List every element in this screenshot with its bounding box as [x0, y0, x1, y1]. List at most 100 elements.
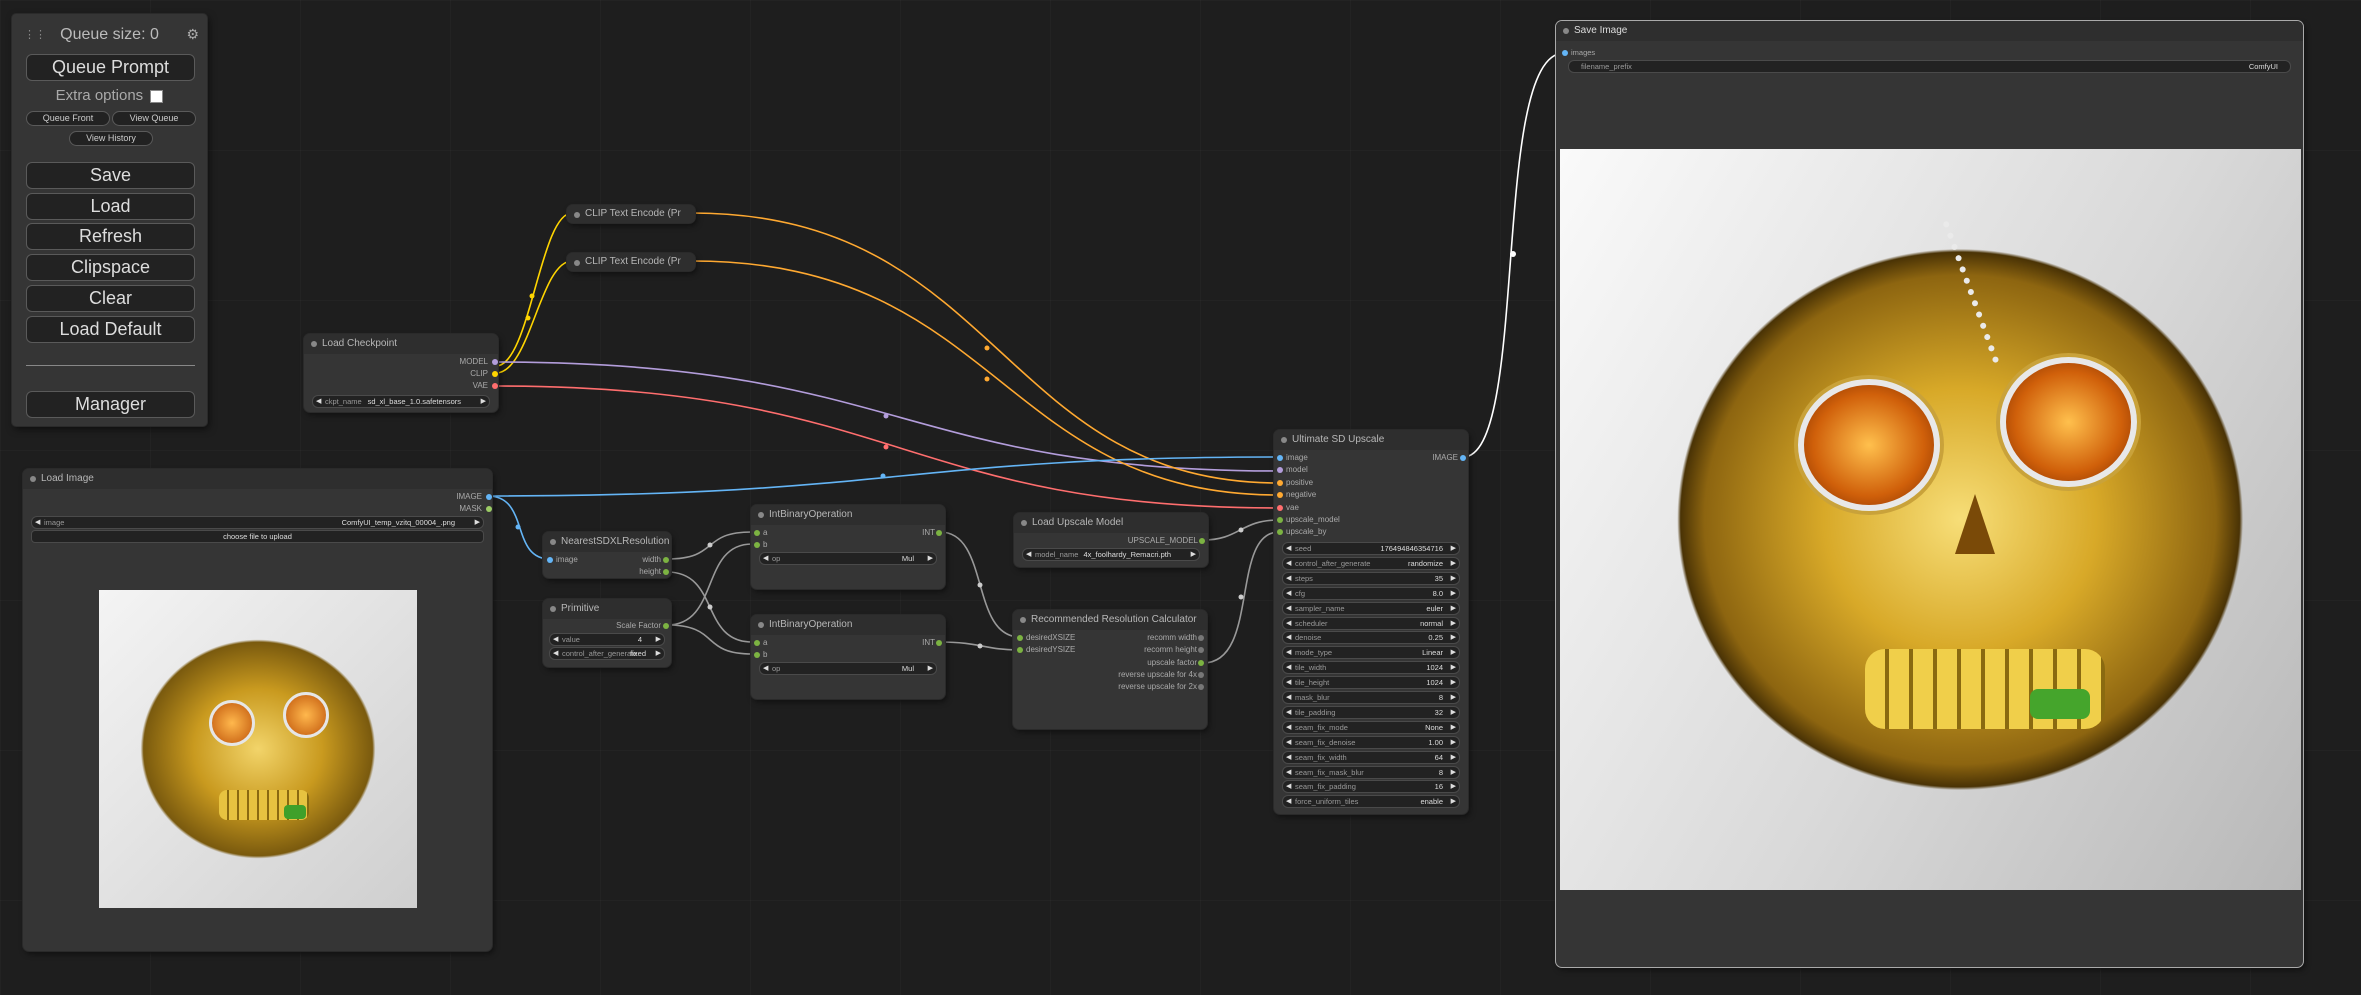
tile-padding-widget[interactable]: ◀ tile_padding 32 ▶	[1282, 705, 1460, 719]
arrow-left-icon[interactable]: ◀	[35, 517, 40, 528]
collapse-dot-icon[interactable]	[758, 512, 764, 518]
arrow-right-icon[interactable]: ▶	[475, 517, 480, 528]
mode-type-widget[interactable]: ◀ mode_type Linear ▶	[1282, 646, 1460, 660]
filename-prefix-field[interactable]: filename_prefix ComfyUI	[1568, 60, 2291, 73]
output-width-pin[interactable]	[663, 557, 669, 563]
choose-file-upload-button[interactable]: choose file to upload	[31, 530, 484, 543]
scheduler-widget[interactable]: ◀ scheduler normal ▶	[1282, 616, 1460, 630]
arrow-left-icon[interactable]: ◀	[316, 396, 321, 407]
arrow-left-icon[interactable]: ◀	[1286, 618, 1291, 629]
output-reverse-2x-pin[interactable]	[1198, 684, 1204, 690]
arrow-right-icon[interactable]: ▶	[1451, 647, 1456, 658]
node-title[interactable]: Primitive	[543, 599, 671, 619]
output-upscale-factor-pin[interactable]	[1198, 660, 1204, 666]
save-button[interactable]: Save	[26, 162, 195, 189]
arrow-right-icon[interactable]: ▶	[1451, 737, 1456, 748]
collapse-dot-icon[interactable]	[574, 260, 580, 266]
arrow-right-icon[interactable]: ▶	[1451, 692, 1456, 703]
node-title[interactable]: Save Image	[1556, 21, 2303, 41]
output-recomm-width-pin[interactable]	[1198, 635, 1204, 641]
node-title[interactable]: Ultimate SD Upscale	[1274, 430, 1468, 450]
arrow-left-icon[interactable]: ◀	[763, 553, 768, 564]
load-button[interactable]: Load	[26, 193, 195, 220]
clip-text-encode-node-2[interactable]: CLIP Text Encode (Pr	[567, 253, 695, 271]
control-after-generate-combo[interactable]: ◀ control_after_generate fixed ▶	[549, 647, 665, 660]
arrow-right-icon[interactable]: ▶	[1451, 573, 1456, 584]
refresh-button[interactable]: Refresh	[26, 223, 195, 250]
arrow-left-icon[interactable]: ◀	[1286, 796, 1291, 807]
collapse-dot-icon[interactable]	[1020, 617, 1026, 623]
arrow-left-icon[interactable]: ◀	[553, 634, 558, 645]
arrow-left-icon[interactable]: ◀	[763, 663, 768, 674]
arrow-right-icon[interactable]: ▶	[1451, 558, 1456, 569]
arrow-right-icon[interactable]: ▶	[1451, 543, 1456, 554]
seam-fix-denoise-widget[interactable]: ◀ seam_fix_denoise 1.00 ▶	[1282, 735, 1460, 749]
arrow-right-icon[interactable]: ▶	[1451, 722, 1456, 733]
arrow-right-icon[interactable]: ▶	[1451, 767, 1456, 778]
arrow-left-icon[interactable]: ◀	[1286, 781, 1291, 792]
output-vae-pin[interactable]	[492, 383, 498, 389]
output-mask-pin[interactable]	[486, 506, 492, 512]
output-clip-pin[interactable]	[492, 371, 498, 377]
collapse-dot-icon[interactable]	[1563, 28, 1569, 34]
op-combo[interactable]: ◀ op Mul ▶	[759, 662, 937, 675]
arrow-right-icon[interactable]: ▶	[928, 553, 933, 564]
arrow-left-icon[interactable]: ◀	[1286, 677, 1291, 688]
load-default-button[interactable]: Load Default	[26, 316, 195, 343]
image-file-combo[interactable]: ◀ image ComfyUI_temp_vzitq_00004_.png ▶	[31, 516, 484, 529]
input-desired-y-pin[interactable]	[1017, 647, 1023, 653]
output-int-pin[interactable]	[936, 640, 942, 646]
arrow-right-icon[interactable]: ▶	[1451, 588, 1456, 599]
arrow-left-icon[interactable]: ◀	[1286, 662, 1291, 673]
seed-widget[interactable]: ◀ seed 176494846354716 ▶	[1282, 542, 1460, 555]
extra-options-checkbox[interactable]	[150, 89, 164, 103]
output-image-pin[interactable]	[1460, 455, 1466, 461]
input-vae-pin[interactable]	[1277, 504, 1283, 511]
output-int-pin[interactable]	[936, 530, 942, 536]
output-upscale-model-pin[interactable]	[1199, 538, 1205, 544]
seam-fix-padding-widget[interactable]: ◀ seam_fix_padding 16 ▶	[1282, 780, 1460, 794]
nearest-sdxl-resolution-node[interactable]: NearestSDXLResolution image width height	[543, 532, 671, 578]
arrow-left-icon[interactable]: ◀	[1286, 543, 1291, 554]
input-desired-x-pin[interactable]	[1017, 635, 1023, 641]
force-uniform-tiles-widget[interactable]: ◀ force_uniform_tiles enable ▶	[1282, 795, 1460, 809]
output-height-pin[interactable]	[663, 569, 669, 575]
load-checkpoint-node[interactable]: Load Checkpoint MODEL CLIP VAE ◀ ckpt_na…	[304, 334, 498, 412]
settings-gear-icon[interactable]: ⚙	[186, 26, 199, 43]
node-title[interactable]: IntBinaryOperation	[751, 505, 945, 525]
node-title[interactable]: Load Image	[23, 469, 492, 489]
output-image-pin[interactable]	[486, 494, 492, 500]
arrow-right-icon[interactable]: ▶	[656, 634, 661, 645]
sampler-name-widget[interactable]: ◀ sampler_name euler ▶	[1282, 601, 1460, 615]
model-name-combo[interactable]: ◀ model_name 4x_foolhardy_Remacri.pth ▶	[1022, 548, 1200, 561]
int-binary-operation-node-1[interactable]: IntBinaryOperation a b INT ◀ op Mul ▶	[751, 505, 945, 589]
arrow-left-icon[interactable]: ◀	[1286, 588, 1291, 599]
arrow-left-icon[interactable]: ◀	[1286, 722, 1291, 733]
arrow-right-icon[interactable]: ▶	[1451, 781, 1456, 792]
arrow-right-icon[interactable]: ▶	[1451, 618, 1456, 629]
arrow-right-icon[interactable]: ▶	[1191, 549, 1196, 560]
arrow-right-icon[interactable]: ▶	[1451, 707, 1456, 718]
arrow-left-icon[interactable]: ◀	[1286, 752, 1291, 763]
control-after-generate-widget[interactable]: ◀ control_after_generate randomize ▶	[1282, 556, 1460, 570]
input-a-pin[interactable]	[754, 530, 760, 536]
output-reverse-4x-pin[interactable]	[1198, 672, 1204, 678]
queue-front-button[interactable]: Queue Front	[26, 111, 110, 126]
input-b-pin[interactable]	[754, 542, 760, 548]
load-upscale-model-node[interactable]: Load Upscale Model UPSCALE_MODEL ◀ model…	[1014, 513, 1208, 567]
denoise-widget[interactable]: ◀ denoise 0.25 ▶	[1282, 631, 1460, 645]
arrow-right-icon[interactable]: ▶	[1451, 677, 1456, 688]
arrow-left-icon[interactable]: ◀	[1286, 707, 1291, 718]
arrow-right-icon[interactable]: ▶	[1451, 752, 1456, 763]
input-image-pin[interactable]	[1277, 455, 1283, 461]
ultimate-sd-upscale-node[interactable]: Ultimate SD Upscale image model positive ne…	[1274, 430, 1468, 814]
value-number-widget[interactable]: ◀ value 4 ▶	[549, 633, 665, 646]
arrow-right-icon[interactable]: ▶	[928, 663, 933, 674]
collapse-dot-icon[interactable]	[550, 606, 556, 612]
queue-prompt-button[interactable]: Queue Prompt	[26, 54, 195, 81]
arrow-right-icon[interactable]: ▶	[1451, 632, 1456, 643]
node-title[interactable]: CLIP Text Encode (Pr	[567, 253, 695, 271]
output-model-pin[interactable]	[492, 359, 498, 365]
input-positive-pin[interactable]	[1277, 479, 1283, 486]
op-combo[interactable]: ◀ op Mul ▶	[759, 552, 937, 565]
